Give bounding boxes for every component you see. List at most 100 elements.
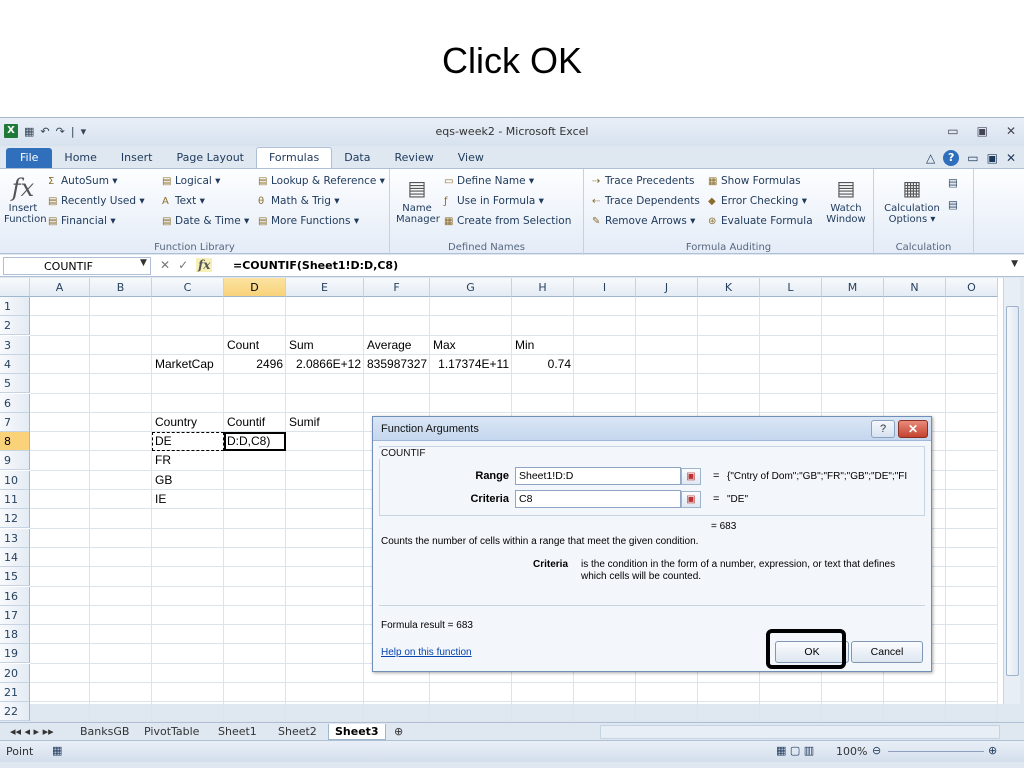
date-time-button[interactable]: ▤ Date & Time ▾ bbox=[162, 215, 249, 227]
row-header-7[interactable]: 7 bbox=[0, 412, 30, 432]
workbook-restore-icon[interactable]: ▣ bbox=[987, 151, 998, 165]
column-header-h[interactable]: H bbox=[512, 278, 574, 297]
row-header-18[interactable]: 18 bbox=[0, 625, 30, 645]
insert-function-icon[interactable]: fx bbox=[196, 258, 213, 272]
column-header-e[interactable]: E bbox=[286, 278, 364, 297]
row-header-14[interactable]: 14 bbox=[0, 547, 30, 567]
row-header-13[interactable]: 13 bbox=[0, 528, 30, 548]
tab-file[interactable]: File bbox=[6, 148, 53, 168]
math-trig-button[interactable]: θ Math & Trig ▾ bbox=[258, 195, 340, 207]
sheet-tab-sheet1[interactable]: Sheet1 bbox=[212, 724, 263, 740]
dialog-title-bar[interactable]: Function Arguments ? ✕ bbox=[373, 417, 931, 441]
cell-g4[interactable]: 1.17374E+11 bbox=[430, 355, 512, 374]
close-window-icon[interactable]: ✕ bbox=[1006, 124, 1016, 138]
view-buttons[interactable]: ▦ ▢ ▥ bbox=[776, 744, 814, 757]
calculate-now-icon[interactable]: ▤ bbox=[948, 177, 958, 189]
cell-d8[interactable]: D:D,C8) bbox=[224, 432, 286, 451]
zoom-out-icon[interactable]: ⊖ bbox=[872, 744, 881, 757]
column-header-c[interactable]: C bbox=[152, 278, 224, 297]
select-all-corner[interactable] bbox=[0, 278, 30, 297]
criteria-input[interactable]: C8 bbox=[515, 490, 681, 508]
row-header-10[interactable]: 10 bbox=[0, 470, 30, 490]
calculate-sheet-icon[interactable]: ▤ bbox=[948, 199, 958, 211]
sheet-tab-sheet2[interactable]: Sheet2 bbox=[272, 724, 323, 740]
sheet-tab-sheet3[interactable]: Sheet3 bbox=[328, 724, 386, 740]
zoom-slider[interactable] bbox=[888, 751, 984, 752]
calculation-options-button[interactable]: ▦ Calculation Options ▾ bbox=[880, 173, 944, 225]
row-header-8[interactable]: 8 bbox=[0, 432, 30, 452]
tab-formulas[interactable]: Formulas bbox=[256, 147, 333, 168]
more-functions-button[interactable]: ▤ More Functions ▾ bbox=[258, 215, 359, 227]
column-header-a[interactable]: A bbox=[30, 278, 90, 297]
column-header-g[interactable]: G bbox=[430, 278, 512, 297]
autosum-button[interactable]: Σ AutoSum ▾ bbox=[48, 175, 118, 187]
cell-c4[interactable]: MarketCap bbox=[152, 355, 224, 374]
range-collapse-dialog-icon[interactable]: ▣ bbox=[681, 468, 701, 485]
row-header-12[interactable]: 12 bbox=[0, 509, 30, 529]
cell-d7[interactable]: Countif bbox=[224, 413, 286, 432]
cell-h3[interactable]: Min bbox=[512, 336, 574, 355]
vertical-scrollbar[interactable] bbox=[1003, 278, 1020, 704]
dialog-help-button[interactable]: ? bbox=[871, 420, 895, 438]
recently-used-button[interactable]: ▤ Recently Used ▾ bbox=[48, 195, 145, 207]
column-header-b[interactable]: B bbox=[90, 278, 152, 297]
insert-function-button[interactable]: fx Insert Function bbox=[4, 173, 47, 225]
cell-f4[interactable]: 835987327 bbox=[364, 355, 430, 374]
sheet-tab-banksgb[interactable]: BanksGB bbox=[74, 724, 135, 740]
row-header-9[interactable]: 9 bbox=[0, 451, 30, 471]
cell-c10[interactable]: GB bbox=[152, 471, 224, 490]
zoom-level[interactable]: 100% bbox=[836, 745, 867, 758]
row-header-3[interactable]: 3 bbox=[0, 335, 30, 355]
zoom-in-icon[interactable]: ⊕ bbox=[988, 744, 997, 757]
use-in-formula-button[interactable]: ƒ Use in Formula ▾ bbox=[444, 195, 544, 207]
workbook-close-icon[interactable]: ✕ bbox=[1006, 151, 1016, 165]
insert-sheet-icon[interactable]: ⊕ bbox=[388, 724, 409, 740]
row-header-19[interactable]: 19 bbox=[0, 644, 30, 664]
text-button[interactable]: A Text ▾ bbox=[162, 195, 205, 207]
enter-entry-icon[interactable]: ✓ bbox=[178, 258, 188, 272]
sheet-tab-pivottable[interactable]: PivotTable bbox=[138, 724, 205, 740]
cell-e7[interactable]: Sumif bbox=[286, 413, 364, 432]
cell-c11[interactable]: IE bbox=[152, 490, 224, 509]
tab-insert[interactable]: Insert bbox=[109, 148, 165, 168]
column-header-o[interactable]: O bbox=[946, 278, 998, 297]
workbook-minimize-icon[interactable]: ▭ bbox=[967, 151, 978, 165]
financial-button[interactable]: ▤ Financial ▾ bbox=[48, 215, 116, 227]
column-header-i[interactable]: I bbox=[574, 278, 636, 297]
cell-c9[interactable]: FR bbox=[152, 451, 224, 470]
row-header-11[interactable]: 11 bbox=[0, 490, 30, 509]
logical-button[interactable]: ▤ Logical ▾ bbox=[162, 175, 220, 187]
cell-g3[interactable]: Max bbox=[430, 336, 512, 355]
cell-c7[interactable]: Country bbox=[152, 413, 224, 432]
watch-window-button[interactable]: ▤ Watch Window bbox=[822, 173, 870, 225]
sheet-nav-arrows[interactable]: ◂◂ ◂ ▸ ▸▸ bbox=[4, 724, 60, 740]
range-input[interactable]: Sheet1!D:D bbox=[515, 467, 681, 485]
formula-input[interactable]: =COUNTIF(Sheet1!D:D,C8) bbox=[233, 259, 398, 272]
row-header-17[interactable]: 17 bbox=[0, 605, 30, 625]
cell-e3[interactable]: Sum bbox=[286, 336, 364, 355]
cell-f3[interactable]: Average bbox=[364, 336, 430, 355]
horizontal-scrollbar[interactable] bbox=[600, 725, 1000, 739]
cell-h4[interactable]: 0.74 bbox=[512, 355, 574, 374]
row-header-1[interactable]: 1 bbox=[0, 297, 30, 316]
row-header-6[interactable]: 6 bbox=[0, 393, 30, 413]
create-from-selection-button[interactable]: ▦ Create from Selection bbox=[444, 215, 571, 227]
row-header-22[interactable]: 22 bbox=[0, 702, 30, 722]
cell-d4[interactable]: 2496 bbox=[224, 355, 286, 374]
remove-arrows-button[interactable]: ✎ Remove Arrows ▾ bbox=[592, 215, 695, 227]
row-header-5[interactable]: 5 bbox=[0, 374, 30, 394]
evaluate-formula-button[interactable]: ⊛ Evaluate Formula bbox=[708, 215, 813, 227]
column-header-k[interactable]: K bbox=[698, 278, 760, 297]
column-header-d[interactable]: D bbox=[224, 278, 286, 297]
row-header-2[interactable]: 2 bbox=[0, 316, 30, 336]
help-on-function-link[interactable]: Help on this function bbox=[381, 647, 472, 658]
tab-home[interactable]: Home bbox=[52, 148, 108, 168]
row-header-15[interactable]: 15 bbox=[0, 567, 30, 587]
row-header-4[interactable]: 4 bbox=[0, 354, 30, 374]
column-header-m[interactable]: M bbox=[822, 278, 884, 297]
minimize-window-icon[interactable]: ▭ bbox=[947, 124, 958, 138]
collapse-ribbon-icon[interactable]: △ bbox=[926, 151, 935, 165]
define-name-button[interactable]: ▭ Define Name ▾ bbox=[444, 175, 534, 187]
help-icon[interactable]: ? bbox=[943, 150, 960, 166]
name-manager-button[interactable]: ▤ Name Manager bbox=[396, 173, 440, 225]
